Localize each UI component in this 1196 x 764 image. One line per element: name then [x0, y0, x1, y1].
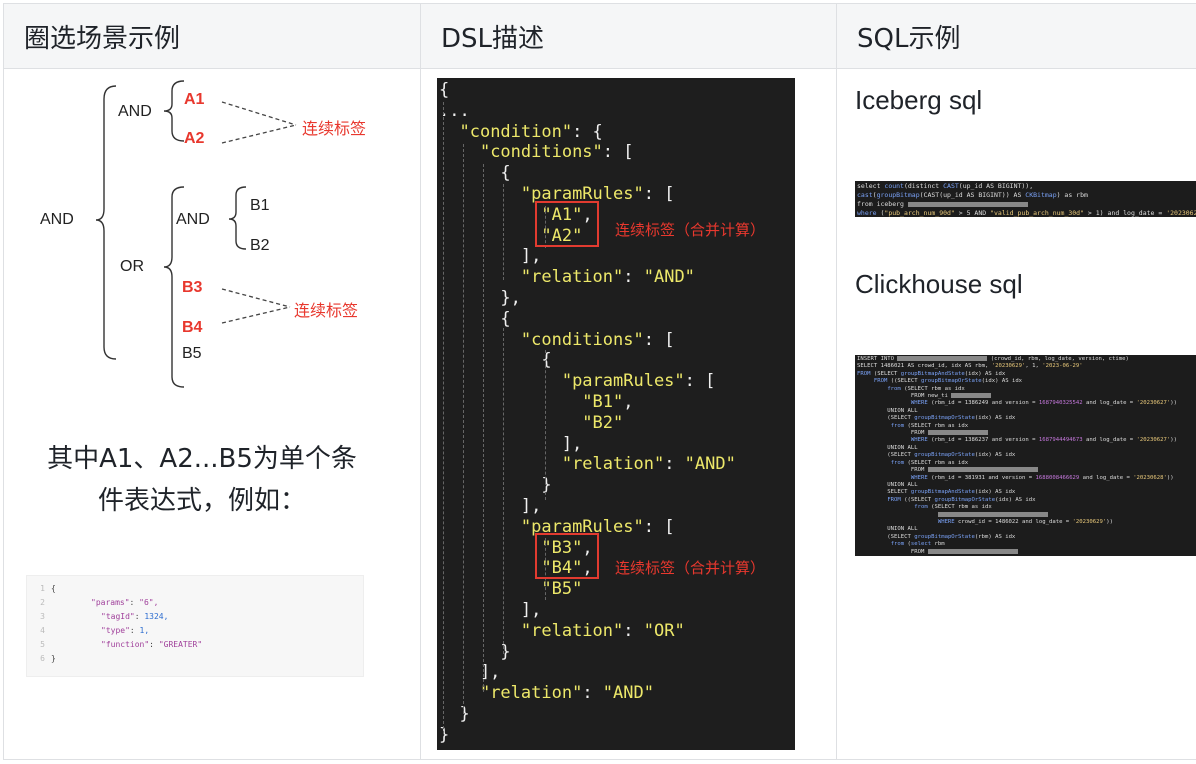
- tree-b1: B1: [250, 197, 270, 214]
- snippet-text: }: [51, 654, 56, 663]
- dsl-highlight-a: [535, 201, 599, 247]
- dsl-code: { ... "condition": { "conditions": [ { "…: [439, 80, 736, 745]
- desc-line2: 件表达式，例如：: [97, 486, 306, 516]
- header-dsl: DSL描述: [420, 3, 837, 69]
- snippet-line-no: 2: [40, 598, 45, 607]
- tree-a2: A2: [184, 130, 205, 147]
- dsl-cell: { ... "condition": { "conditions": [ { "…: [420, 68, 837, 760]
- tree-b5: B5: [182, 345, 202, 362]
- tree-b4: B4: [182, 319, 203, 336]
- header-scenario: 圈选场景示例: [3, 3, 421, 69]
- tree-b2: B2: [250, 237, 270, 254]
- condition-snippet: 1{ 2 "params": "6", 3 "tagId": 1324, 4 "typ…: [26, 575, 364, 677]
- snippet-key: "type": [101, 626, 130, 635]
- scenario-cell: AND AND A1 A2 连续标签 OR AND B1 B2 B3 B4 B5…: [3, 68, 421, 760]
- snippet-val: 1324,: [144, 612, 169, 621]
- snippet-key: "function": [101, 640, 150, 649]
- snippet-line-no: 5: [40, 640, 45, 649]
- snippet-line-no: 6: [40, 654, 45, 663]
- iceberg-sql-image: select count(distinct CAST(up_id AS BIGI…: [855, 181, 1196, 217]
- tree-b3: B3: [182, 279, 203, 296]
- iceberg-title: Iceberg sql: [855, 85, 983, 115]
- dsl-highlight-b: [535, 533, 599, 579]
- dsl-note1: 连续标签（合并计算）: [615, 221, 766, 239]
- tree-and2: AND: [176, 211, 210, 228]
- snippet-line-no: 4: [40, 626, 45, 635]
- clickhouse-title: Clickhouse sql: [855, 269, 1023, 299]
- snippet-key: "params": [91, 598, 130, 607]
- snippet-val: "6",: [139, 598, 159, 607]
- snippet-line-no: 3: [40, 612, 45, 621]
- tree-a1: A1: [184, 91, 205, 108]
- tree-and1: AND: [118, 103, 152, 120]
- header-sql: SQL示例: [836, 3, 1196, 69]
- tree-root-and: AND: [40, 211, 74, 228]
- snippet-key: "tagId": [101, 612, 135, 621]
- clickhouse-sql-image: INSERT INTO (crowd_id, rbm, log_date, ve…: [855, 355, 1196, 556]
- snippet-line-no: 1: [40, 584, 45, 593]
- dsl-note2: 连续标签（合并计算）: [615, 559, 766, 577]
- tree-or: OR: [120, 258, 144, 275]
- tree-anno1: 连续标签: [302, 119, 367, 138]
- snippet-text: {: [51, 584, 56, 593]
- dsl-code-block: { ... "condition": { "conditions": [ { "…: [437, 78, 795, 750]
- snippet-val: "GREATER": [158, 640, 203, 649]
- content-table: 圈选场景示例 DSL描述 SQL示例 AND AND A1 A2 连续标签 OR…: [3, 3, 1196, 760]
- desc-line1: 其中A1、A2...B5为单个条: [47, 444, 357, 474]
- tree-anno2: 连续标签: [294, 301, 359, 320]
- snippet-val: 1,: [139, 626, 150, 635]
- sql-cell: Iceberg sql select count(distinct CAST(u…: [836, 68, 1196, 760]
